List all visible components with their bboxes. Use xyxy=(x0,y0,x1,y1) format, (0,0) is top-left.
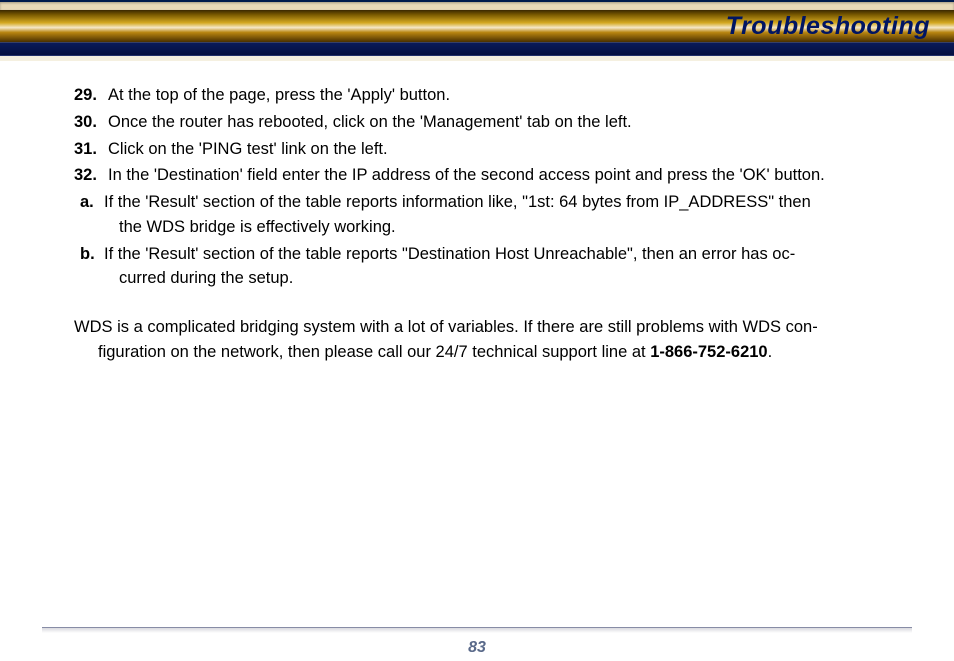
step-number: 29. xyxy=(74,83,97,108)
step-32: 32. In the 'Destination' field enter the… xyxy=(74,163,932,188)
support-phone: 1-866-752-6210 xyxy=(650,343,767,361)
numbered-list: 29. At the top of the page, press the 'A… xyxy=(74,83,932,188)
page-title: Troubleshooting xyxy=(726,12,930,41)
page-header-band: Troubleshooting xyxy=(0,0,954,61)
paragraph-line2-a: figuration on the network, then please c… xyxy=(98,343,650,361)
substep-letter: b. xyxy=(80,242,95,267)
step-text: In the 'Destination' field enter the IP … xyxy=(108,166,825,184)
closing-paragraph: WDS is a complicated bridging system wit… xyxy=(74,315,932,365)
step-text: At the top of the page, press the 'Apply… xyxy=(108,86,450,104)
step-30: 30. Once the router has rebooted, click … xyxy=(74,110,932,135)
substep-line2: the WDS bridge is effectively working. xyxy=(119,218,396,236)
footer-rule xyxy=(42,627,912,633)
substep-line1: If the 'Result' section of the table rep… xyxy=(104,245,795,263)
step-number: 31. xyxy=(74,137,97,162)
substep-line1: If the 'Result' section of the table rep… xyxy=(104,193,811,211)
step-text: Click on the 'PING test' link on the lef… xyxy=(108,140,388,158)
step-number: 32. xyxy=(74,163,97,188)
step-29: 29. At the top of the page, press the 'A… xyxy=(74,83,932,108)
band-bottom-light xyxy=(0,56,954,61)
substep-letter: a. xyxy=(80,190,94,215)
band-cream xyxy=(0,2,954,10)
step-31: 31. Click on the 'PING test' link on the… xyxy=(74,137,932,162)
band-blue xyxy=(0,42,954,56)
substep-b: b. If the 'Result' section of the table … xyxy=(80,242,932,292)
step-text: Once the router has rebooted, click on t… xyxy=(108,113,632,131)
content-area: 29. At the top of the page, press the 'A… xyxy=(0,61,954,365)
band-gradient: Troubleshooting xyxy=(0,10,954,42)
paragraph-line1: WDS is a complicated bridging system wit… xyxy=(74,315,932,340)
page-number: 83 xyxy=(0,639,954,661)
step-number: 30. xyxy=(74,110,97,135)
paragraph-line2: figuration on the network, then please c… xyxy=(98,340,932,365)
substep-line2: curred during the setup. xyxy=(119,269,293,287)
substep-a: a. If the 'Result' section of the table … xyxy=(80,190,932,240)
page-footer: 83 xyxy=(0,627,954,661)
paragraph-line2-c: . xyxy=(768,343,773,361)
sub-list: a. If the 'Result' section of the table … xyxy=(80,190,932,291)
